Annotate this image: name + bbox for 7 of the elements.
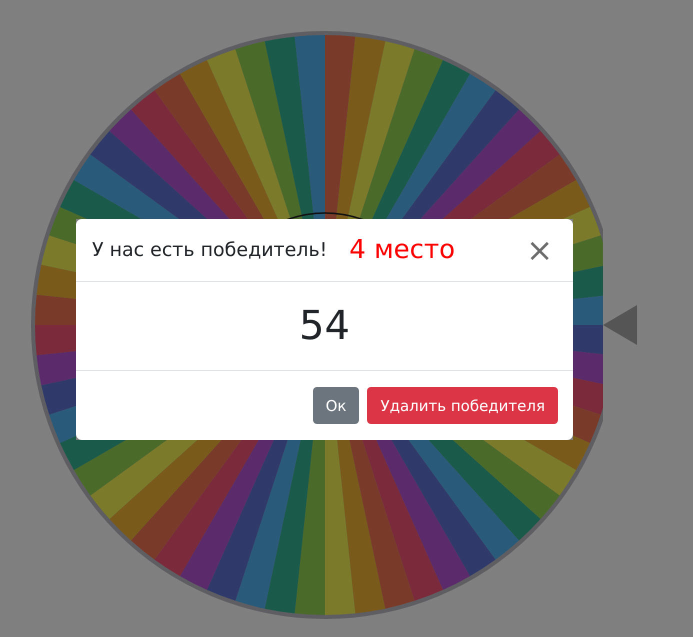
close-button[interactable]: × [522, 234, 557, 266]
winner-number: 54 [299, 303, 350, 349]
delete-button[interactable]: Удалить победителя [367, 387, 558, 424]
pointer-icon [603, 305, 637, 345]
place-label: 4 место [349, 235, 456, 265]
ok-button[interactable]: Ок [312, 387, 360, 424]
dialog-title: У нас есть победитель! [92, 239, 328, 261]
